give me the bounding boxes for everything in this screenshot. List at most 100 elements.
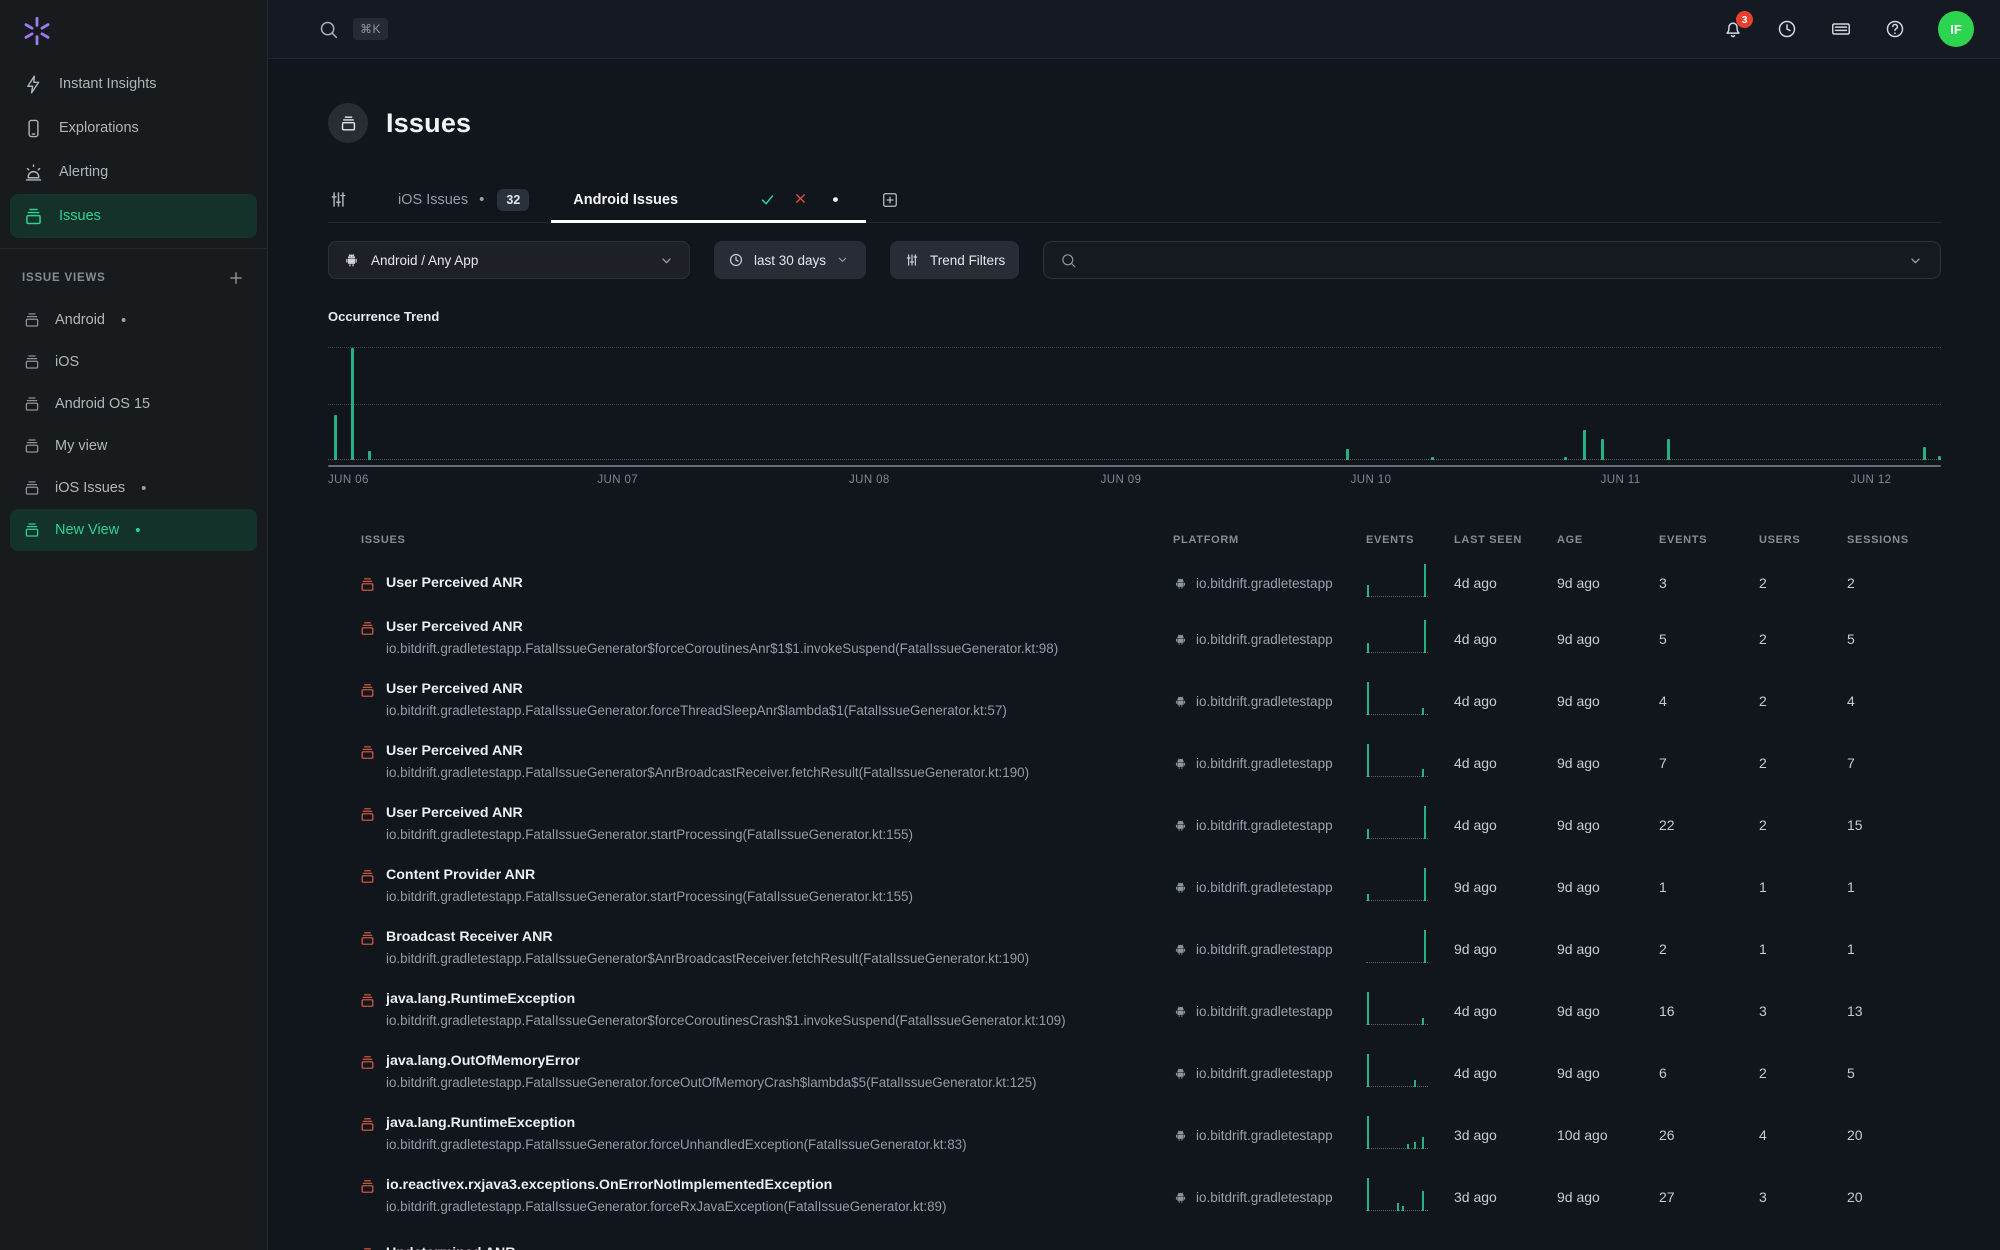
sidebar-item-instant-insights[interactable]: Instant Insights: [10, 62, 257, 106]
age-cell: 10d ago: [1557, 1127, 1659, 1143]
chart-x-labels: JUN 06JUN 07JUN 08JUN 09JUN 10JUN 11JUN …: [328, 474, 1941, 492]
issue-row[interactable]: Broadcast Receiver ANRio.bitdrift.gradle…: [328, 918, 1941, 980]
issue-row[interactable]: User Perceived ANRio.bitdrift.gradletest…: [328, 670, 1941, 732]
column-header-age[interactable]: AGE: [1557, 534, 1659, 546]
help-icon[interactable]: [1884, 18, 1906, 40]
issue-inbox-icon: [359, 620, 376, 637]
dot-icon[interactable]: •: [827, 191, 844, 208]
users-cell: 1: [1759, 941, 1847, 957]
issue-row[interactable]: java.lang.RuntimeExceptionio.bitdrift.gr…: [328, 1104, 1941, 1166]
column-header-users[interactable]: USERS: [1759, 534, 1847, 546]
sessions-cell: 20: [1847, 1189, 1941, 1205]
users-cell: 1: [1759, 879, 1847, 895]
age-cell: 9d ago: [1557, 941, 1659, 957]
keyboard-icon[interactable]: [1830, 18, 1852, 40]
trend-filters-button[interactable]: Trend Filters: [890, 241, 1019, 279]
issue-row[interactable]: User Perceived ANRio.bitdrift.gradletest…: [328, 608, 1941, 670]
issue-row[interactable]: Undetermined ANR: [328, 1228, 1941, 1250]
sidebar-item-alerting[interactable]: Alerting: [10, 150, 257, 194]
issue-cell: java.lang.RuntimeExceptionio.bitdrift.gr…: [328, 990, 1173, 1033]
sessions-cell: 1: [1847, 941, 1941, 957]
column-header-sessions[interactable]: SESSIONS: [1847, 534, 1941, 546]
issue-cell: User Perceived ANRio.bitdrift.gradletest…: [328, 618, 1173, 661]
android-icon: [343, 252, 360, 269]
clock-icon[interactable]: [1776, 18, 1798, 40]
android-icon: [1173, 1066, 1188, 1081]
view-item-ios[interactable]: iOS: [10, 341, 257, 383]
issue-subtitle: io.bitdrift.gradletestapp.FatalIssueGene…: [386, 947, 1029, 971]
sidebar-item-label: Instant Insights: [59, 76, 157, 92]
tab-android-issues[interactable]: Android Issues •: [551, 177, 866, 222]
x-axis-label: JUN 12: [1851, 474, 1892, 486]
table-header-row: ISSUESPLATFORMEVENTSLAST SEENAGEEVENTSUS…: [328, 534, 1941, 546]
events-cell: 1: [1659, 879, 1759, 895]
tab-filter-sliders-icon[interactable]: [328, 177, 350, 222]
logo-starburst-icon[interactable]: [20, 14, 54, 48]
chevron-down-icon: [835, 252, 852, 269]
add-tab-button[interactable]: [880, 177, 900, 222]
x-icon[interactable]: [793, 191, 810, 208]
last-seen-cell: 4d ago: [1454, 575, 1557, 591]
events-sparkline: [1366, 1177, 1430, 1217]
column-header-last-seen[interactable]: LAST SEEN: [1454, 534, 1557, 546]
view-item-android-os-15[interactable]: Android OS 15: [10, 383, 257, 425]
view-item-android[interactable]: Android•: [10, 299, 257, 341]
issue-row[interactable]: User Perceived ANRio.bitdrift.gradletest…: [328, 558, 1941, 608]
sidebar-item-issues[interactable]: Issues: [10, 194, 257, 238]
issue-row[interactable]: java.lang.RuntimeExceptionio.bitdrift.gr…: [328, 980, 1941, 1042]
issue-search-input[interactable]: [1043, 241, 1941, 279]
platform-cell: io.bitdrift.gradletestapp: [1173, 1190, 1366, 1205]
content: Issues iOS Issues • 32 Android Issues: [268, 59, 2000, 1250]
column-header-events[interactable]: EVENTS: [1366, 534, 1454, 546]
trend-bar: [1938, 456, 1941, 460]
users-cell: 3: [1759, 1189, 1847, 1205]
inbox-icon: [23, 479, 41, 497]
occurrence-trend-chart[interactable]: [328, 340, 1941, 460]
issue-row[interactable]: User Perceived ANRio.bitdrift.gradletest…: [328, 794, 1941, 856]
issue-cell: Content Provider ANRio.bitdrift.gradlete…: [328, 866, 1173, 909]
age-cell: 9d ago: [1557, 1003, 1659, 1019]
events-sparkline: [1366, 681, 1430, 721]
view-item-new-view[interactable]: New View•: [10, 509, 257, 551]
age-cell: 9d ago: [1557, 1065, 1659, 1081]
events-sparkline: [1366, 991, 1430, 1031]
platform-cell: io.bitdrift.gradletestapp: [1173, 576, 1366, 591]
gridline: [328, 404, 1941, 405]
bell-icon[interactable]: 3: [1722, 18, 1744, 40]
platform-cell: io.bitdrift.gradletestapp: [1173, 942, 1366, 957]
issue-row[interactable]: User Perceived ANRio.bitdrift.gradletest…: [328, 732, 1941, 794]
column-header-platform[interactable]: PLATFORM: [1173, 534, 1366, 546]
platform-cell: io.bitdrift.gradletestapp: [1173, 694, 1366, 709]
trend-bar: [1431, 457, 1434, 460]
issue-inbox-icon: [359, 868, 376, 885]
age-cell: 9d ago: [1557, 879, 1659, 895]
add-view-button[interactable]: [227, 269, 245, 287]
last-seen-cell: 9d ago: [1454, 941, 1557, 957]
page-title-inbox-icon: [328, 103, 368, 143]
search-icon[interactable]: [318, 19, 339, 40]
issues-table: ISSUESPLATFORMEVENTSLAST SEENAGEEVENTSUS…: [328, 534, 1941, 1250]
view-item-ios-issues[interactable]: iOS Issues•: [10, 467, 257, 509]
check-icon[interactable]: [759, 191, 776, 208]
column-header-issues[interactable]: ISSUES: [328, 534, 1173, 546]
issue-title: java.lang.OutOfMemoryError: [386, 1052, 1037, 1071]
view-item-label: My view: [55, 438, 107, 454]
issue-row[interactable]: io.reactivex.rxjava3.exceptions.OnErrorN…: [328, 1166, 1941, 1228]
user-avatar[interactable]: IF: [1938, 11, 1974, 47]
issue-subtitle: io.bitdrift.gradletestapp.FatalIssueGene…: [386, 1195, 946, 1219]
issue-row[interactable]: Content Provider ANRio.bitdrift.gradlete…: [328, 856, 1941, 918]
android-icon: [1173, 1190, 1188, 1205]
issue-title: User Perceived ANR: [386, 742, 1029, 761]
platform-package: io.bitdrift.gradletestapp: [1196, 1004, 1333, 1019]
issue-title: java.lang.RuntimeException: [386, 1114, 967, 1133]
app-select[interactable]: Android / Any App: [328, 241, 690, 279]
column-header-events-count[interactable]: EVENTS: [1659, 534, 1759, 546]
issue-title: Undetermined ANR: [386, 1244, 516, 1250]
tab-count-badge: 32: [497, 189, 529, 211]
date-range-select[interactable]: last 30 days: [714, 241, 866, 279]
chevron-down-icon: [658, 252, 675, 269]
view-item-my-view[interactable]: My view: [10, 425, 257, 467]
sidebar-item-explorations[interactable]: Explorations: [10, 106, 257, 150]
issue-row[interactable]: java.lang.OutOfMemoryErrorio.bitdrift.gr…: [328, 1042, 1941, 1104]
tab-ios-issues[interactable]: iOS Issues • 32: [376, 177, 551, 222]
